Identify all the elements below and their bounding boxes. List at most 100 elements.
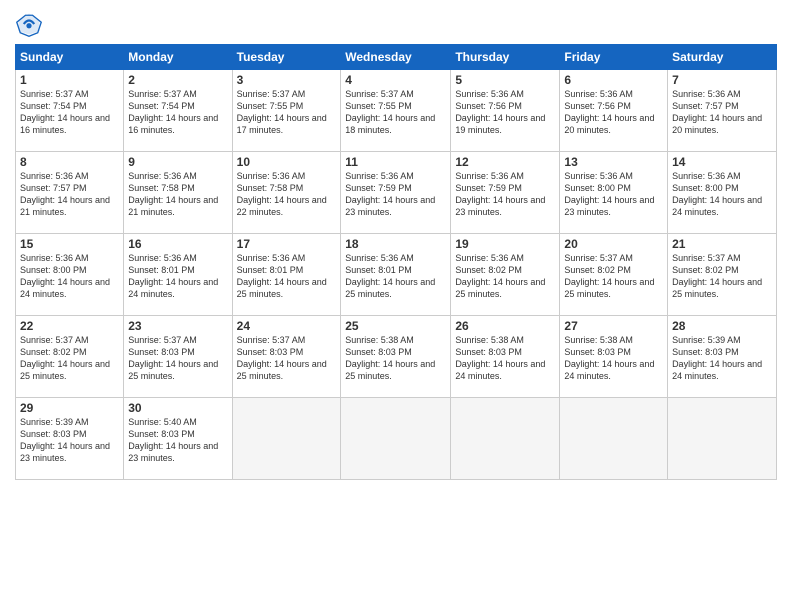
logo	[15, 10, 47, 38]
day-number: 11	[345, 155, 446, 169]
day-info: Sunrise: 5:36 AM Sunset: 8:01 PM Dayligh…	[128, 252, 227, 301]
day-info: Sunrise: 5:36 AM Sunset: 7:59 PM Dayligh…	[345, 170, 446, 219]
calendar-week-row: 22Sunrise: 5:37 AM Sunset: 8:02 PM Dayli…	[16, 316, 777, 398]
day-info: Sunrise: 5:39 AM Sunset: 8:03 PM Dayligh…	[672, 334, 772, 383]
table-row: 3Sunrise: 5:37 AM Sunset: 7:55 PM Daylig…	[232, 70, 341, 152]
col-thursday: Thursday	[451, 45, 560, 70]
day-info: Sunrise: 5:39 AM Sunset: 8:03 PM Dayligh…	[20, 416, 119, 465]
day-info: Sunrise: 5:37 AM Sunset: 8:02 PM Dayligh…	[20, 334, 119, 383]
table-row: 13Sunrise: 5:36 AM Sunset: 8:00 PM Dayli…	[560, 152, 668, 234]
table-row	[451, 398, 560, 480]
table-row: 23Sunrise: 5:37 AM Sunset: 8:03 PM Dayli…	[124, 316, 232, 398]
table-row: 12Sunrise: 5:36 AM Sunset: 7:59 PM Dayli…	[451, 152, 560, 234]
table-row: 7Sunrise: 5:36 AM Sunset: 7:57 PM Daylig…	[668, 70, 777, 152]
day-number: 8	[20, 155, 119, 169]
day-info: Sunrise: 5:37 AM Sunset: 7:54 PM Dayligh…	[20, 88, 119, 137]
table-row: 18Sunrise: 5:36 AM Sunset: 8:01 PM Dayli…	[341, 234, 451, 316]
day-number: 10	[237, 155, 337, 169]
logo-icon	[15, 10, 43, 38]
day-info: Sunrise: 5:36 AM Sunset: 7:57 PM Dayligh…	[20, 170, 119, 219]
day-info: Sunrise: 5:37 AM Sunset: 7:55 PM Dayligh…	[237, 88, 337, 137]
day-number: 21	[672, 237, 772, 251]
table-row: 19Sunrise: 5:36 AM Sunset: 8:02 PM Dayli…	[451, 234, 560, 316]
table-row	[668, 398, 777, 480]
day-info: Sunrise: 5:38 AM Sunset: 8:03 PM Dayligh…	[345, 334, 446, 383]
day-number: 20	[564, 237, 663, 251]
table-row: 5Sunrise: 5:36 AM Sunset: 7:56 PM Daylig…	[451, 70, 560, 152]
table-row: 6Sunrise: 5:36 AM Sunset: 7:56 PM Daylig…	[560, 70, 668, 152]
day-info: Sunrise: 5:37 AM Sunset: 7:55 PM Dayligh…	[345, 88, 446, 137]
day-info: Sunrise: 5:38 AM Sunset: 8:03 PM Dayligh…	[564, 334, 663, 383]
day-number: 14	[672, 155, 772, 169]
day-info: Sunrise: 5:40 AM Sunset: 8:03 PM Dayligh…	[128, 416, 227, 465]
day-info: Sunrise: 5:38 AM Sunset: 8:03 PM Dayligh…	[455, 334, 555, 383]
day-number: 18	[345, 237, 446, 251]
day-number: 4	[345, 73, 446, 87]
table-row: 14Sunrise: 5:36 AM Sunset: 8:00 PM Dayli…	[668, 152, 777, 234]
day-number: 6	[564, 73, 663, 87]
table-row	[341, 398, 451, 480]
day-number: 19	[455, 237, 555, 251]
page: Sunday Monday Tuesday Wednesday Thursday…	[0, 0, 792, 612]
table-row: 16Sunrise: 5:36 AM Sunset: 8:01 PM Dayli…	[124, 234, 232, 316]
day-info: Sunrise: 5:36 AM Sunset: 8:00 PM Dayligh…	[564, 170, 663, 219]
table-row: 29Sunrise: 5:39 AM Sunset: 8:03 PM Dayli…	[16, 398, 124, 480]
day-number: 1	[20, 73, 119, 87]
day-info: Sunrise: 5:37 AM Sunset: 8:03 PM Dayligh…	[128, 334, 227, 383]
day-info: Sunrise: 5:37 AM Sunset: 8:03 PM Dayligh…	[237, 334, 337, 383]
day-number: 16	[128, 237, 227, 251]
table-row: 21Sunrise: 5:37 AM Sunset: 8:02 PM Dayli…	[668, 234, 777, 316]
col-monday: Monday	[124, 45, 232, 70]
day-info: Sunrise: 5:36 AM Sunset: 8:00 PM Dayligh…	[672, 170, 772, 219]
table-row: 20Sunrise: 5:37 AM Sunset: 8:02 PM Dayli…	[560, 234, 668, 316]
table-row: 1Sunrise: 5:37 AM Sunset: 7:54 PM Daylig…	[16, 70, 124, 152]
day-info: Sunrise: 5:37 AM Sunset: 8:02 PM Dayligh…	[564, 252, 663, 301]
table-row	[232, 398, 341, 480]
day-info: Sunrise: 5:36 AM Sunset: 7:58 PM Dayligh…	[128, 170, 227, 219]
table-row: 24Sunrise: 5:37 AM Sunset: 8:03 PM Dayli…	[232, 316, 341, 398]
day-number: 12	[455, 155, 555, 169]
day-number: 25	[345, 319, 446, 333]
col-wednesday: Wednesday	[341, 45, 451, 70]
day-info: Sunrise: 5:36 AM Sunset: 8:01 PM Dayligh…	[345, 252, 446, 301]
day-number: 15	[20, 237, 119, 251]
col-saturday: Saturday	[668, 45, 777, 70]
day-number: 26	[455, 319, 555, 333]
day-info: Sunrise: 5:36 AM Sunset: 8:01 PM Dayligh…	[237, 252, 337, 301]
table-row: 2Sunrise: 5:37 AM Sunset: 7:54 PM Daylig…	[124, 70, 232, 152]
day-info: Sunrise: 5:36 AM Sunset: 7:56 PM Dayligh…	[455, 88, 555, 137]
col-friday: Friday	[560, 45, 668, 70]
day-number: 22	[20, 319, 119, 333]
day-info: Sunrise: 5:36 AM Sunset: 7:57 PM Dayligh…	[672, 88, 772, 137]
table-row: 15Sunrise: 5:36 AM Sunset: 8:00 PM Dayli…	[16, 234, 124, 316]
day-number: 28	[672, 319, 772, 333]
table-row: 28Sunrise: 5:39 AM Sunset: 8:03 PM Dayli…	[668, 316, 777, 398]
day-info: Sunrise: 5:36 AM Sunset: 7:59 PM Dayligh…	[455, 170, 555, 219]
day-number: 23	[128, 319, 227, 333]
day-number: 5	[455, 73, 555, 87]
day-info: Sunrise: 5:37 AM Sunset: 7:54 PM Dayligh…	[128, 88, 227, 137]
day-number: 7	[672, 73, 772, 87]
day-info: Sunrise: 5:36 AM Sunset: 7:58 PM Dayligh…	[237, 170, 337, 219]
table-row: 26Sunrise: 5:38 AM Sunset: 8:03 PM Dayli…	[451, 316, 560, 398]
calendar-header-row: Sunday Monday Tuesday Wednesday Thursday…	[16, 45, 777, 70]
col-tuesday: Tuesday	[232, 45, 341, 70]
calendar-table: Sunday Monday Tuesday Wednesday Thursday…	[15, 44, 777, 480]
day-number: 27	[564, 319, 663, 333]
table-row: 27Sunrise: 5:38 AM Sunset: 8:03 PM Dayli…	[560, 316, 668, 398]
table-row: 10Sunrise: 5:36 AM Sunset: 7:58 PM Dayli…	[232, 152, 341, 234]
table-row: 22Sunrise: 5:37 AM Sunset: 8:02 PM Dayli…	[16, 316, 124, 398]
day-info: Sunrise: 5:36 AM Sunset: 8:00 PM Dayligh…	[20, 252, 119, 301]
table-row	[560, 398, 668, 480]
calendar-week-row: 1Sunrise: 5:37 AM Sunset: 7:54 PM Daylig…	[16, 70, 777, 152]
calendar-week-row: 8Sunrise: 5:36 AM Sunset: 7:57 PM Daylig…	[16, 152, 777, 234]
day-number: 3	[237, 73, 337, 87]
day-number: 24	[237, 319, 337, 333]
table-row: 8Sunrise: 5:36 AM Sunset: 7:57 PM Daylig…	[16, 152, 124, 234]
table-row: 30Sunrise: 5:40 AM Sunset: 8:03 PM Dayli…	[124, 398, 232, 480]
col-sunday: Sunday	[16, 45, 124, 70]
table-row: 25Sunrise: 5:38 AM Sunset: 8:03 PM Dayli…	[341, 316, 451, 398]
table-row: 4Sunrise: 5:37 AM Sunset: 7:55 PM Daylig…	[341, 70, 451, 152]
header	[15, 10, 777, 38]
day-number: 30	[128, 401, 227, 415]
